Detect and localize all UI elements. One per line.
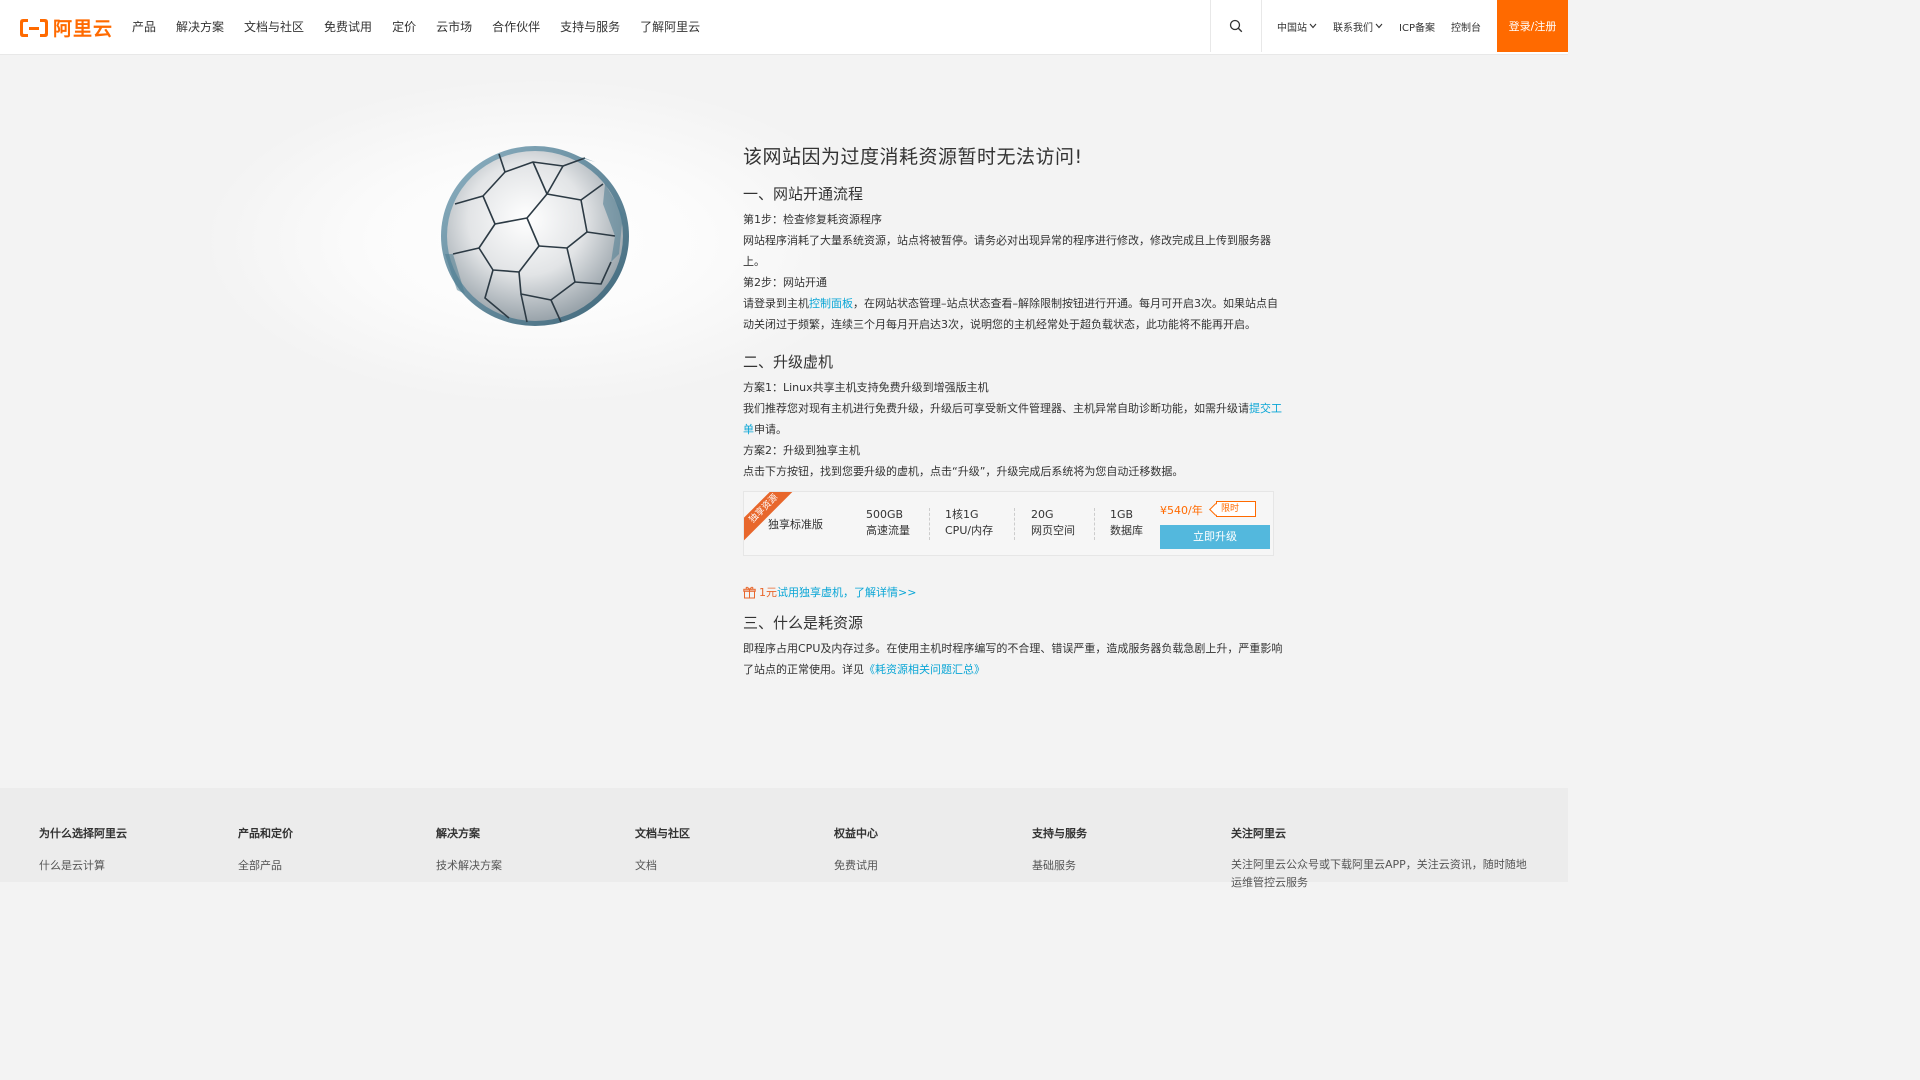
nav-free-trial[interactable]: 免费试用: [324, 18, 372, 35]
plan1-desc-post: 申请。: [754, 423, 787, 436]
nav-products[interactable]: 产品: [132, 18, 156, 35]
trial-price: 1元: [759, 586, 777, 599]
footer-col-support: 支持与服务 基础服务: [1032, 825, 1087, 876]
spec-value: 1核1G: [945, 508, 979, 521]
search-button[interactable]: [1210, 0, 1263, 52]
footer-col-title: 为什么选择阿里云: [39, 827, 127, 840]
region-label: 中国站: [1277, 22, 1308, 34]
spec-label: 数据库: [1110, 524, 1143, 537]
nav-pricing[interactable]: 定价: [392, 18, 416, 35]
icp-link[interactable]: ICP备案: [1399, 19, 1435, 34]
resource-desc-text: 即程序占用CPU及内存过多。在使用主机时程序编写的不合理、错误严重，造成服务器负…: [743, 642, 1283, 676]
search-icon: [1229, 19, 1243, 33]
contact-label: 联系我们: [1333, 22, 1374, 34]
notice-content: 该网站因为过度消耗资源暂时无法访问! 一、网站开通流程 第1步：检查修复耗资源程…: [743, 142, 1283, 680]
step1-desc: 网站程序消耗了大量系统资源，站点将被暂停。请务必对出现异常的程序进行修改，修改完…: [743, 234, 1271, 268]
contact-menu[interactable]: 联系我们: [1333, 19, 1383, 34]
aliyun-logo-icon: [20, 18, 48, 37]
footer-col-title: 关注阿里云: [1231, 827, 1286, 840]
nav-docs-community[interactable]: 文档与社区: [244, 18, 304, 35]
login-register-button[interactable]: 登录/注册: [1497, 0, 1568, 52]
limited-tag: 限时: [1216, 501, 1256, 517]
main-content: 该网站因为过度消耗资源暂时无法访问! 一、网站开通流程 第1步：检查修复耗资源程…: [0, 56, 1568, 788]
spec-space: 20G 网页空间: [1031, 507, 1075, 539]
spec-divider: [929, 508, 930, 540]
section-title-open-site: 一、网站开通流程: [743, 185, 864, 203]
footer-col-title: 支持与服务: [1032, 827, 1087, 840]
plan1-desc-text: 我们推荐您对现有主机进行免费升级，升级后可享受新文件管理器、主机异常自助诊断功能…: [743, 402, 1249, 415]
footer-col-follow: 关注阿里云 关注阿里云公众号或下载阿里云APP，关注云资讯，随时随地运维管控云服…: [1231, 825, 1531, 892]
main-nav: 产品 解决方案 文档与社区 免费试用 定价 云市场 合作伙伴 支持与服务 了解阿…: [132, 0, 720, 52]
page-title: 该网站因为过度消耗资源暂时无法访问!: [743, 146, 1083, 168]
cracked-sphere-illustration: [441, 146, 629, 326]
spec-value: 500GB: [866, 508, 904, 521]
nav-partners[interactable]: 合作伙伴: [492, 18, 540, 35]
section-title-upgrade: 二、升级虚机: [743, 353, 834, 371]
plan-card: 独享资源 独享标准版 500GB 高速流量 1核1G CPU/内存 20G 网页…: [743, 491, 1274, 556]
plan1-desc: 我们推荐您对现有主机进行免费升级，升级后可享受新文件管理器、主机异常自助诊断功能…: [743, 398, 1283, 440]
step2-desc-pre: 请登录到主机: [743, 297, 809, 310]
footer-col-docs: 文档与社区 文档: [635, 825, 690, 876]
nav-support[interactable]: 支持与服务: [560, 18, 620, 35]
resource-faq-link[interactable]: 《耗资源相关问题汇总》: [864, 663, 985, 676]
nav-about[interactable]: 了解阿里云: [640, 18, 700, 35]
step2-desc: 请登录到主机控制面板，在网站状态管理–站点状态查看–解除限制按钮进行开通。每月可…: [743, 293, 1283, 335]
nav-solutions[interactable]: 解决方案: [176, 18, 224, 35]
footer-link[interactable]: 文档: [635, 856, 690, 876]
footer-link[interactable]: 技术解决方案: [436, 856, 502, 876]
footer-link[interactable]: 全部产品: [238, 856, 293, 876]
plan-name: 独享标准版: [768, 518, 823, 531]
plan1-title: 方案1：Linux共享主机支持免费升级到增强版主机: [743, 381, 989, 394]
spec-divider: [1094, 508, 1095, 540]
footer-col-products: 产品和定价 全部产品: [238, 825, 293, 876]
footer-col-why: 为什么选择阿里云 什么是云计算: [39, 825, 127, 876]
footer-col-title: 解决方案: [436, 827, 480, 840]
plan2-title: 方案2：升级到独享主机: [743, 444, 860, 457]
plan2-desc: 点击下方按钮，找到您要升级的虚机，点击“升级”，升级完成后系统将为您自动迁移数据…: [743, 465, 1184, 478]
spec-value: 1GB: [1110, 508, 1134, 521]
chevron-down-icon: [1375, 23, 1383, 29]
footer-link[interactable]: 基础服务: [1032, 856, 1087, 876]
step1-title: 第1步：检查修复耗资源程序: [743, 213, 882, 226]
top-header: 阿里云 产品 解决方案 文档与社区 免费试用 定价 云市场 合作伙伴 支持与服务…: [0, 0, 1568, 55]
site-footer: 为什么选择阿里云 什么是云计算 产品和定价 全部产品 解决方案 技术解决方案 文…: [0, 788, 1568, 889]
footer-col-title: 权益中心: [834, 827, 878, 840]
spec-divider: [1014, 508, 1015, 540]
region-select[interactable]: 中国站: [1277, 19, 1317, 34]
footer-col-title: 文档与社区: [635, 827, 690, 840]
footer-col-solutions: 解决方案 技术解决方案: [436, 825, 502, 876]
plan-price: ¥540/年: [1160, 504, 1203, 517]
spec-label: CPU/内存: [945, 524, 994, 537]
resource-desc: 即程序占用CPU及内存过多。在使用主机时程序编写的不合理、错误严重，造成服务器负…: [743, 638, 1283, 680]
spec-database: 1GB 数据库: [1110, 507, 1143, 539]
gift-icon: [743, 586, 756, 598]
trial-link[interactable]: 试用独享虚机，了解详情>>: [777, 584, 916, 600]
footer-follow-text: 关注阿里云公众号或下载阿里云APP，关注云资讯，随时随地运维管控云服务: [1231, 858, 1527, 889]
spec-cpu: 1核1G CPU/内存: [945, 507, 993, 539]
nav-marketplace[interactable]: 云市场: [436, 18, 472, 35]
footer-link[interactable]: 什么是云计算: [39, 856, 127, 876]
step2-title: 第2步：网站开通: [743, 276, 827, 289]
spec-label: 高速流量: [866, 524, 910, 537]
footer-col-benefits: 权益中心 免费试用: [834, 825, 878, 876]
section-title-resource: 三、什么是耗资源: [743, 614, 864, 632]
trial-promo[interactable]: 1元 试用独享虚机，了解详情>>: [743, 584, 1283, 600]
chevron-down-icon: [1309, 23, 1317, 29]
upgrade-now-button[interactable]: 立即升级: [1160, 525, 1270, 549]
console-link[interactable]: 控制台: [1451, 19, 1481, 34]
header-right: 中国站 联系我们 ICP备案 控制台 登录/注册: [1210, 0, 1568, 52]
footer-col-title: 产品和定价: [238, 827, 293, 840]
spec-traffic: 500GB 高速流量: [866, 507, 910, 539]
spec-value: 20G: [1031, 508, 1054, 521]
spec-label: 网页空间: [1031, 524, 1075, 537]
aliyun-logo[interactable]: 阿里云: [19, 14, 113, 41]
footer-link[interactable]: 免费试用: [834, 856, 878, 876]
logo-text: 阿里云: [53, 18, 114, 40]
control-panel-link[interactable]: 控制面板: [809, 297, 853, 310]
